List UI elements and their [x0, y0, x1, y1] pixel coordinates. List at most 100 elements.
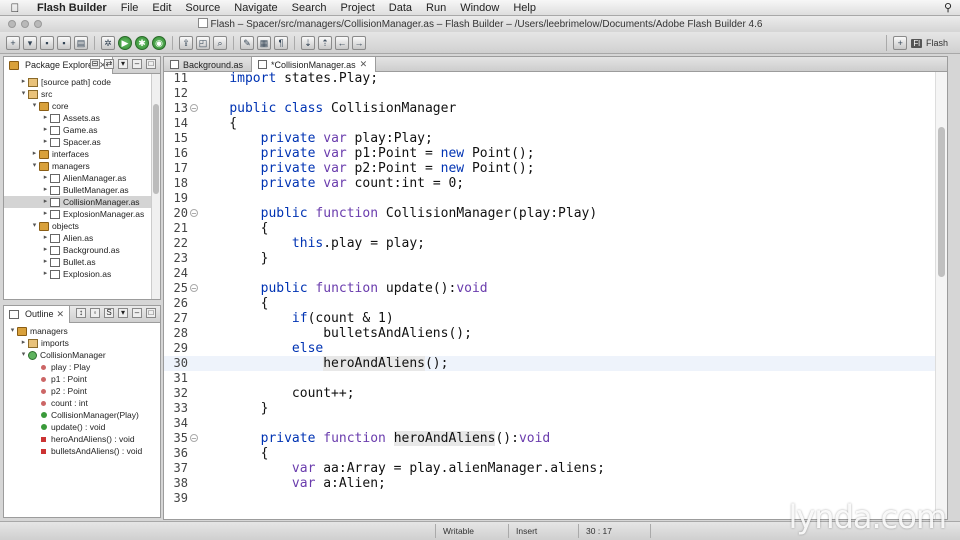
- collapsed-twisty-icon[interactable]: ▸: [41, 112, 50, 124]
- tree-item[interactable]: update() : void: [4, 421, 160, 433]
- tree-item[interactable]: ▾ managers: [4, 325, 160, 337]
- tree-item[interactable]: bulletsAndAliens() : void: [4, 445, 160, 457]
- tree-item[interactable]: ▸ Explosion.as: [4, 268, 160, 280]
- build-icon[interactable]: ✲: [101, 35, 115, 50]
- code-line[interactable]: 16 private var p1:Point = new Point();: [164, 146, 935, 161]
- tree-item[interactable]: ▸ Game.as: [4, 124, 160, 136]
- package-explorer-scrollbar[interactable]: [151, 74, 160, 299]
- minimize-icon[interactable]: –: [132, 308, 142, 318]
- menu-help[interactable]: Help: [506, 2, 543, 14]
- tree-item[interactable]: ▸ BulletManager.as: [4, 184, 160, 196]
- open-perspective-icon[interactable]: +: [893, 36, 908, 50]
- collapsed-twisty-icon[interactable]: ▸: [41, 268, 50, 280]
- tree-item[interactable]: ▸ imports: [4, 337, 160, 349]
- menu-project[interactable]: Project: [334, 2, 382, 14]
- code-line[interactable]: 30 heroAndAliens();: [164, 356, 935, 371]
- code-line[interactable]: 25– public function update():void: [164, 281, 935, 296]
- spotlight-search-icon[interactable]: ⚲: [944, 1, 952, 14]
- menu-search[interactable]: Search: [285, 2, 334, 14]
- code-line[interactable]: 14 {: [164, 116, 935, 131]
- perspective-switcher[interactable]: + Fl Flash: [886, 35, 954, 51]
- close-icon[interactable]: ✕: [360, 59, 368, 70]
- code-line[interactable]: 24: [164, 266, 935, 281]
- tab-collisionmanager-as[interactable]: *CollisionManager.as ✕: [252, 57, 377, 72]
- code-line[interactable]: 23 }: [164, 251, 935, 266]
- code-line[interactable]: 21 {: [164, 221, 935, 236]
- hide-fields-icon[interactable]: ◦: [90, 308, 100, 318]
- export-icon[interactable]: ⇪: [179, 35, 193, 50]
- tree-item[interactable]: ▸ Alien.as: [4, 232, 160, 244]
- minimize-icon[interactable]: –: [132, 59, 142, 69]
- view-menu-icon[interactable]: ▾: [118, 308, 128, 318]
- tree-item[interactable]: ▾ CollisionManager: [4, 349, 160, 361]
- menu-source[interactable]: Source: [178, 2, 227, 14]
- toggle-block-icon[interactable]: ▦: [257, 35, 271, 50]
- code-line[interactable]: 38 var a:Alien;: [164, 476, 935, 491]
- tree-item[interactable]: ▸ Spacer.as: [4, 136, 160, 148]
- tree-item[interactable]: ▾ core: [4, 100, 160, 112]
- code-line[interactable]: 18 private var count:int = 0;: [164, 176, 935, 191]
- menu-app-name[interactable]: Flash Builder: [30, 2, 114, 14]
- code-line[interactable]: 33 }: [164, 401, 935, 416]
- tree-item[interactable]: CollisionManager(Play): [4, 409, 160, 421]
- tree-item[interactable]: p1 : Point: [4, 373, 160, 385]
- apple-menu-icon[interactable]: : [0, 1, 30, 15]
- view-menu-icon[interactable]: ▾: [118, 59, 128, 69]
- forward-icon[interactable]: →: [352, 35, 366, 50]
- next-annotation-icon[interactable]: ⇣: [301, 35, 315, 50]
- new-icon[interactable]: +: [6, 35, 20, 50]
- code-line[interactable]: 27 if(count & 1): [164, 311, 935, 326]
- expanded-twisty-icon[interactable]: ▾: [30, 100, 39, 112]
- collapsed-twisty-icon[interactable]: ▸: [41, 124, 50, 136]
- fold-toggle-icon[interactable]: –: [190, 104, 198, 112]
- menu-edit[interactable]: Edit: [145, 2, 178, 14]
- save-all-icon[interactable]: ▪: [57, 35, 71, 50]
- code-line[interactable]: 26 {: [164, 296, 935, 311]
- run-icon[interactable]: ▶: [118, 35, 132, 50]
- menu-navigate[interactable]: Navigate: [227, 2, 284, 14]
- tree-item[interactable]: play : Play: [4, 361, 160, 373]
- collapsed-twisty-icon[interactable]: ▸: [30, 148, 39, 160]
- tree-item[interactable]: ▾ src: [4, 88, 160, 100]
- code-line[interactable]: 12: [164, 86, 935, 101]
- tree-item[interactable]: ▸ AlienManager.as: [4, 172, 160, 184]
- code-line[interactable]: 32 count++;: [164, 386, 935, 401]
- expanded-twisty-icon[interactable]: ▾: [19, 349, 28, 361]
- tab-background-as[interactable]: Background.as: [164, 57, 253, 72]
- collapsed-twisty-icon[interactable]: ▸: [41, 172, 50, 184]
- code-line[interactable]: 34: [164, 416, 935, 431]
- back-icon[interactable]: ←: [335, 35, 349, 50]
- tree-item[interactable]: heroAndAliens() : void: [4, 433, 160, 445]
- code-line[interactable]: 28 bulletsAndAliens();: [164, 326, 935, 341]
- tree-item[interactable]: ▸ ExplosionManager.as: [4, 208, 160, 220]
- code-line[interactable]: 17 private var p2:Point = new Point();: [164, 161, 935, 176]
- open-type-icon[interactable]: ◰: [196, 35, 210, 50]
- collapsed-twisty-icon[interactable]: ▸: [41, 208, 50, 220]
- expanded-twisty-icon[interactable]: ▾: [8, 325, 17, 337]
- code-line[interactable]: 37 var aa:Array = play.alienManager.alie…: [164, 461, 935, 476]
- scrollbar-thumb[interactable]: [938, 127, 945, 277]
- previous-annotation-icon[interactable]: ⇡: [318, 35, 332, 50]
- expanded-twisty-icon[interactable]: ▾: [19, 88, 28, 100]
- tree-item[interactable]: ▸ interfaces: [4, 148, 160, 160]
- fold-toggle-icon[interactable]: –: [190, 209, 198, 217]
- code-line[interactable]: 15 private var play:Play;: [164, 131, 935, 146]
- new-menu-icon[interactable]: ▾: [23, 35, 37, 50]
- save-icon[interactable]: ▪: [40, 35, 54, 50]
- show-whitespace-icon[interactable]: ¶: [274, 35, 288, 50]
- link-with-editor-icon[interactable]: ⇄: [104, 59, 114, 69]
- hide-static-icon[interactable]: S: [104, 308, 114, 318]
- print-icon[interactable]: ▤: [74, 35, 88, 50]
- expanded-twisty-icon[interactable]: ▾: [30, 220, 39, 232]
- collapsed-twisty-icon[interactable]: ▸: [19, 337, 28, 349]
- tree-item[interactable]: ▾ objects: [4, 220, 160, 232]
- collapsed-twisty-icon[interactable]: ▸: [41, 184, 50, 196]
- code-line[interactable]: 11 import states.Play;: [164, 72, 935, 86]
- tree-item[interactable]: ▸ Background.as: [4, 244, 160, 256]
- close-icon[interactable]: ✕: [57, 309, 65, 320]
- menu-file[interactable]: File: [114, 2, 146, 14]
- scrollbar-thumb[interactable]: [153, 104, 159, 194]
- code-area[interactable]: 11 import states.Play; 12 13– public class…: [164, 72, 935, 519]
- collapsed-twisty-icon[interactable]: ▸: [41, 136, 50, 148]
- tree-item[interactable]: ▸ Assets.as: [4, 112, 160, 124]
